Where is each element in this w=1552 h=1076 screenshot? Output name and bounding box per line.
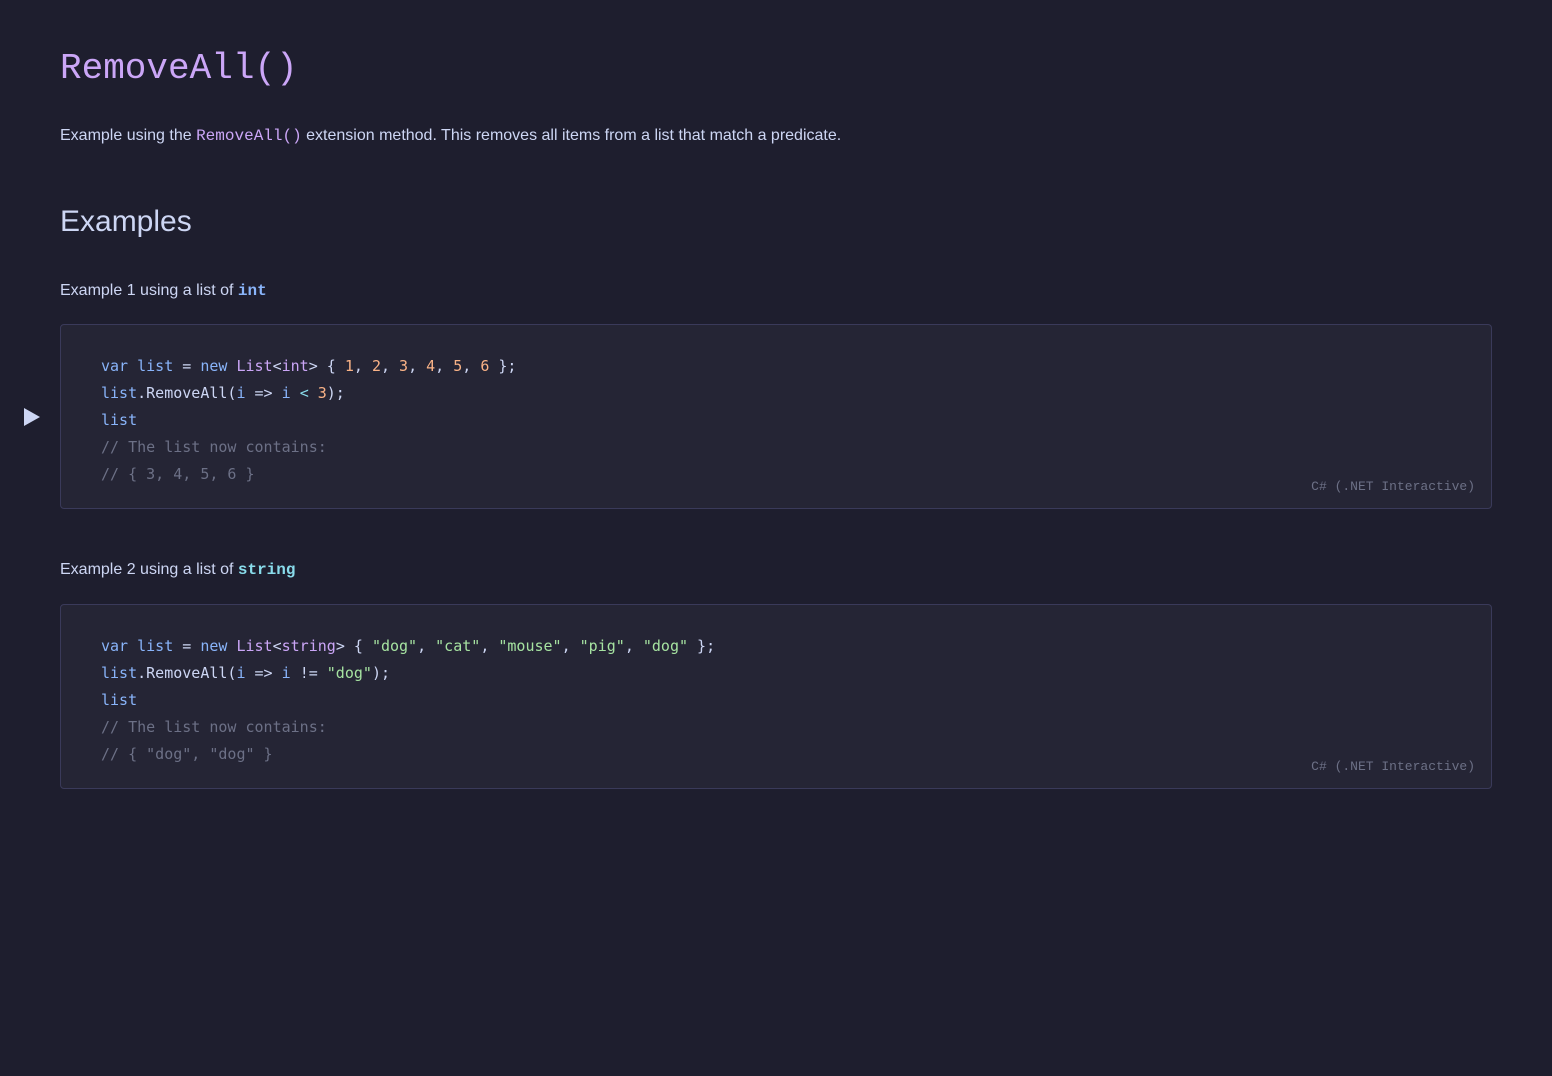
example-1-wrapper: var list = new List<int> { 1, 2, 3, 4, 5… xyxy=(60,324,1492,509)
example-2-label: Example 2 using a list of string xyxy=(60,557,1492,584)
example-1-label-prefix: Example 1 using a list of xyxy=(60,282,238,299)
example-2-code: var list = new List<string> { "dog", "ca… xyxy=(101,633,1451,768)
example-2-type: string xyxy=(238,561,296,579)
description-prefix: Example using the xyxy=(60,127,196,144)
description: Example using the RemoveAll() extension … xyxy=(60,122,1492,150)
example-1-label: Example 1 using a list of int xyxy=(60,278,1492,305)
description-suffix: extension method. This removes all items… xyxy=(302,127,842,144)
example-2-wrapper: var list = new List<string> { "dog", "ca… xyxy=(60,604,1492,789)
example-1-code-block: var list = new List<int> { 1, 2, 3, 4, 5… xyxy=(60,324,1492,509)
example-1-section: Example 1 using a list of int var list =… xyxy=(60,278,1492,510)
example-1-code: var list = new List<int> { 1, 2, 3, 4, 5… xyxy=(101,353,1451,488)
example-2-label-prefix: Example 2 using a list of xyxy=(60,561,238,578)
page-title: RemoveAll() xyxy=(60,40,1492,98)
section-title: Examples xyxy=(60,198,1492,246)
example-1-type: int xyxy=(238,282,267,300)
description-method: RemoveAll() xyxy=(196,127,302,145)
example-2-lang: C# (.NET Interactive) xyxy=(1311,755,1475,778)
example-2-section: Example 2 using a list of string var lis… xyxy=(60,557,1492,789)
example-1-lang: C# (.NET Interactive) xyxy=(1311,475,1475,498)
example-2-code-block: var list = new List<string> { "dog", "ca… xyxy=(60,604,1492,789)
run-button-1[interactable] xyxy=(20,404,44,430)
